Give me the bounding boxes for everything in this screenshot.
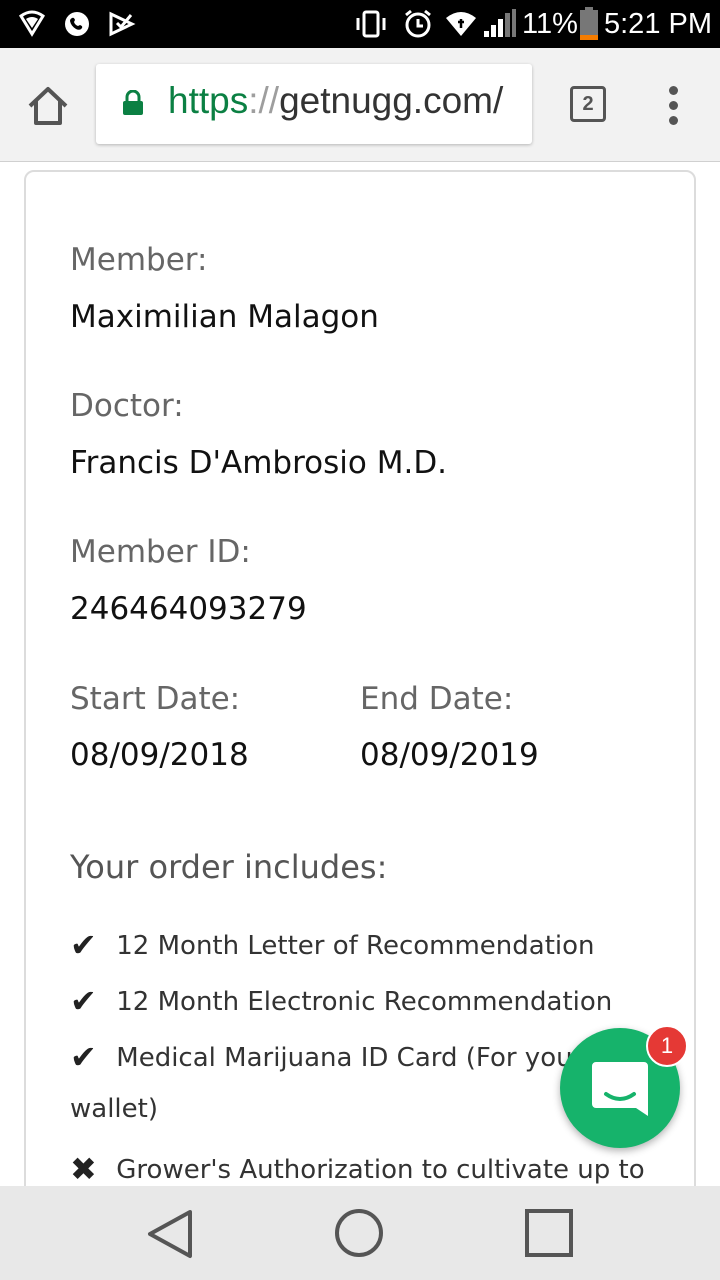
- signal-icon: [482, 0, 516, 48]
- url-text: https://getnugg.com/: [168, 80, 503, 122]
- url-host: getnugg.com/: [279, 80, 504, 121]
- battery-icon: [579, 0, 599, 48]
- start-date-label: Start Date:: [70, 681, 241, 717]
- check-icon: ✔: [70, 1038, 97, 1076]
- member-id-value: 246464093279: [70, 591, 307, 627]
- list-item-continuation: wallet): [70, 1094, 158, 1124]
- battery-percent: 11%: [522, 7, 578, 40]
- list-item: ✖ Grower's Authorization to cultivate up…: [70, 1150, 645, 1188]
- end-date-label: End Date:: [360, 681, 514, 717]
- url-scheme: https: [168, 80, 249, 121]
- member-id-label: Member ID:: [70, 534, 251, 570]
- list-item-text: 12 Month Electronic Recommendation: [116, 987, 613, 1017]
- member-label: Member:: [70, 242, 208, 278]
- home-icon[interactable]: [26, 84, 70, 128]
- vibrate-icon: [354, 0, 388, 48]
- start-date-value: 08/09/2018: [70, 737, 249, 773]
- phone-call-icon: [64, 0, 90, 48]
- includes-title: Your order includes:: [70, 848, 388, 886]
- tab-switcher-button[interactable]: 2: [570, 86, 606, 122]
- end-date-value: 08/09/2019: [360, 737, 539, 773]
- list-item-text: Medical Marijuana ID Card (For you: [116, 1043, 573, 1073]
- status-bar: 11% 5:21 PM: [0, 0, 720, 48]
- alarm-icon: [402, 0, 434, 48]
- list-item: ✔ 12 Month Letter of Recommendation: [70, 926, 595, 964]
- member-value: Maximilian Malagon: [70, 299, 379, 335]
- check-icon: ✔: [70, 926, 97, 964]
- url-bar[interactable]: https://getnugg.com/: [96, 64, 532, 144]
- wifi-icon: [444, 0, 478, 48]
- system-nav-bar: [0, 1186, 720, 1280]
- doctor-label: Doctor:: [70, 388, 184, 424]
- doctor-value: Francis D'Ambrosio M.D.: [70, 445, 448, 481]
- list-item-text: Grower's Authorization to cultivate up t…: [116, 1155, 645, 1185]
- list-item-text: 12 Month Letter of Recommendation: [116, 931, 595, 961]
- vpn-shield-icon: [18, 0, 46, 48]
- browser-toolbar: https://getnugg.com/ 2: [0, 48, 720, 162]
- back-icon[interactable]: [146, 1208, 194, 1265]
- list-item: ✔ 12 Month Electronic Recommendation: [70, 982, 612, 1020]
- check-icon: ✔: [70, 982, 97, 1020]
- overflow-menu-icon[interactable]: [660, 84, 688, 128]
- cast-check-icon: [108, 0, 136, 48]
- x-icon: ✖: [70, 1150, 97, 1188]
- url-separator: ://: [248, 80, 280, 121]
- list-item: ✔ Medical Marijuana ID Card (For you: [70, 1038, 573, 1076]
- chat-notification-badge: 1: [646, 1025, 688, 1067]
- lock-icon: [122, 89, 144, 121]
- recents-icon[interactable]: [524, 1208, 574, 1263]
- home-nav-icon[interactable]: [334, 1208, 384, 1263]
- clock-time: 5:21 PM: [604, 7, 712, 40]
